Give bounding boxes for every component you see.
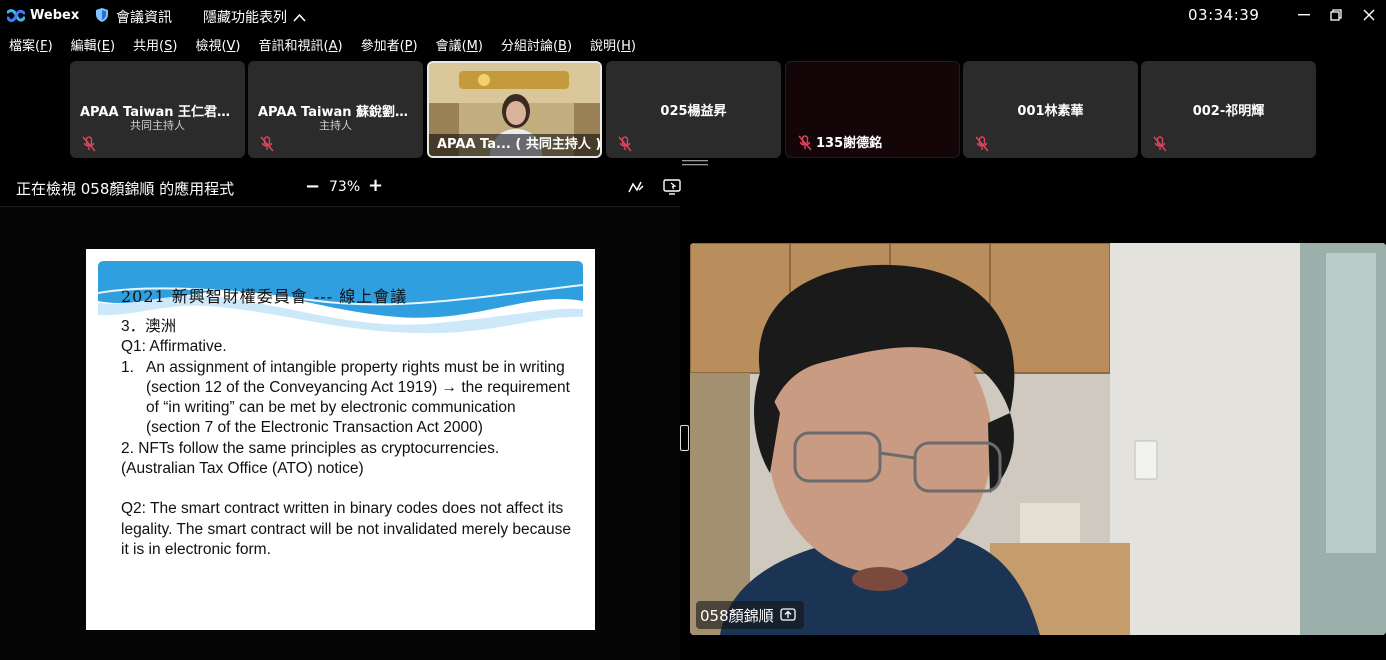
zoom-in-button[interactable]: + [368, 175, 383, 196]
menu-bar: 檔案(F) 編輯(E) 共用(S) 檢視(V) 音訊和視訊(A) 參加者(P) … [0, 36, 645, 60]
zoom-out-button[interactable]: − [305, 176, 320, 197]
participant-tile[interactable]: 135謝德銘 [785, 61, 960, 158]
meeting-info-button[interactable]: 會議資訊 [116, 7, 172, 27]
participant-tile[interactable]: 025楊益昇 [606, 61, 781, 158]
menu-help[interactable]: 說明(H) [581, 36, 645, 60]
shared-slide: 2021 新興智財權委員會 --- 線上會議 3．澳洲 Q1: Affirmat… [86, 249, 595, 630]
menu-meeting[interactable]: 會議(M) [427, 36, 492, 60]
annotate-icon[interactable] [626, 178, 646, 196]
participant-video-tile[interactable]: APAA Ta... ( 共同主持人 ) [427, 61, 602, 158]
participant-tile[interactable]: APAA Taiwan 蘇銳劉秘... 主持人 [248, 61, 423, 158]
menu-share[interactable]: 共用(S) [124, 36, 186, 60]
participant-name: 001林素華 [1017, 104, 1084, 119]
restore-icon [1330, 9, 1342, 21]
minimize-button[interactable] [1291, 4, 1317, 26]
menu-participants[interactable]: 參加者(P) [352, 36, 427, 60]
active-speaker-video[interactable]: 058顏錦順 [690, 243, 1386, 635]
strip-drag-handle[interactable] [682, 160, 708, 166]
speaker-name: 058顏錦順 [700, 606, 774, 625]
sharing-title: 正在檢視 058顏錦順 的應用程式 [16, 180, 235, 198]
participant-name: 135謝德銘 [816, 136, 883, 151]
menu-file[interactable]: 檔案(F) [0, 36, 62, 60]
item-number: 1. [121, 358, 134, 376]
participant-tile[interactable]: 002-祁明輝 [1141, 61, 1316, 158]
participant-name: 002-祁明輝 [1192, 104, 1265, 119]
panel-resize-handle[interactable] [680, 425, 689, 451]
participant-name: 025楊益昇 [660, 104, 727, 119]
slide-line: 2. NFTs follow the same principles as cr… [121, 439, 500, 457]
slide-line: (Australian Tax Office (ATO) notice) [121, 460, 364, 478]
speaker-name-label: 058顏錦順 [696, 601, 804, 629]
menu-audio-video[interactable]: 音訊和視訊(A) [250, 36, 352, 60]
hide-menu-bar-label: 隱藏功能表列 [203, 10, 287, 26]
speaker-video-image [690, 243, 1386, 635]
slide-line: Q2: The smart contract written in binary… [121, 500, 572, 558]
meeting-clock: 03:34:39 [1188, 6, 1260, 24]
participant-role: 主持人 [319, 119, 352, 132]
sharing-screen-icon [779, 608, 796, 621]
muted-mic-icon [82, 136, 96, 152]
muted-mic-icon [260, 136, 274, 152]
muted-mic-icon [1153, 136, 1167, 152]
title-bar: Webex 會議資訊 隱藏功能表列 03:34:39 [0, 0, 1386, 34]
participant-tile[interactable]: APAA Taiwan 王仁君秘... 共同主持人 [70, 61, 245, 158]
restore-button[interactable] [1323, 4, 1349, 26]
menu-view[interactable]: 檢視(V) [186, 36, 249, 60]
participant-tile[interactable]: 001林素華 [963, 61, 1138, 158]
hide-menu-bar-button[interactable]: 隱藏功能表列 [203, 7, 306, 27]
minimize-icon [1298, 14, 1310, 16]
participant-role: 共同主持人 [130, 119, 185, 132]
slide-line: 3．澳洲 [121, 318, 177, 335]
muted-mic-icon [975, 136, 989, 152]
close-button[interactable] [1356, 4, 1382, 26]
slide-body: 3．澳洲 Q1: Affirmative. 1. An assignment o… [121, 317, 571, 560]
webex-logo-icon [7, 9, 25, 23]
muted-mic-icon [618, 136, 632, 152]
menu-edit[interactable]: 編輯(E) [62, 36, 124, 60]
shared-content-panel[interactable]: 2021 新興智財權委員會 --- 線上會議 3．澳洲 Q1: Affirmat… [0, 206, 680, 660]
menu-breakout[interactable]: 分組討論(B) [492, 36, 581, 60]
sharing-toolbar: 正在檢視 058顏錦順 的應用程式 − 73% + [0, 174, 690, 202]
slide-numbered-item: 1. An assignment of intangible property … [121, 358, 571, 439]
muted-mic-icon [798, 135, 812, 151]
zoom-level[interactable]: 73% [329, 179, 360, 195]
app-name: Webex [30, 8, 80, 23]
remote-control-icon[interactable] [662, 178, 682, 196]
close-icon [1363, 9, 1375, 21]
participant-name: APAA Ta... ( 共同主持人 ) [429, 134, 600, 156]
slide-title: 2021 新興智財權委員會 --- 線上會議 [121, 287, 408, 306]
shield-icon[interactable] [96, 8, 108, 22]
slide-line: Q1: Affirmative. [121, 338, 227, 356]
slide-line: An assignment of intangible property rig… [146, 358, 570, 437]
chevron-up-icon [293, 13, 306, 22]
